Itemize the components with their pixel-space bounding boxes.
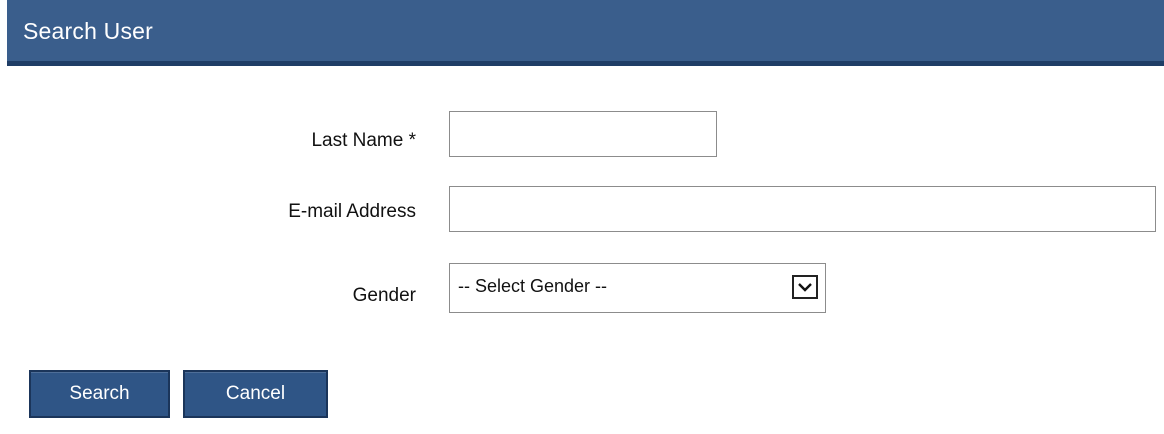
last-name-label: Last Name * [311,130,416,151]
email-input[interactable] [449,186,1156,232]
search-user-page: Search User Last Name * E-mail Address G… [0,0,1164,434]
chevron-down-icon-glyph [798,283,812,292]
cancel-button[interactable]: Cancel [183,370,328,418]
gender-label: Gender [352,285,416,306]
page-title: Search User [23,18,154,44]
last-name-input[interactable] [449,111,717,157]
gender-select[interactable]: -- Select Gender -- [449,263,826,313]
gender-select-value: -- Select Gender -- [458,276,608,296]
email-label: E-mail Address [288,201,416,222]
header-bar: Search User [7,0,1164,66]
search-button[interactable]: Search [29,370,170,418]
chevron-down-icon[interactable] [792,275,818,299]
